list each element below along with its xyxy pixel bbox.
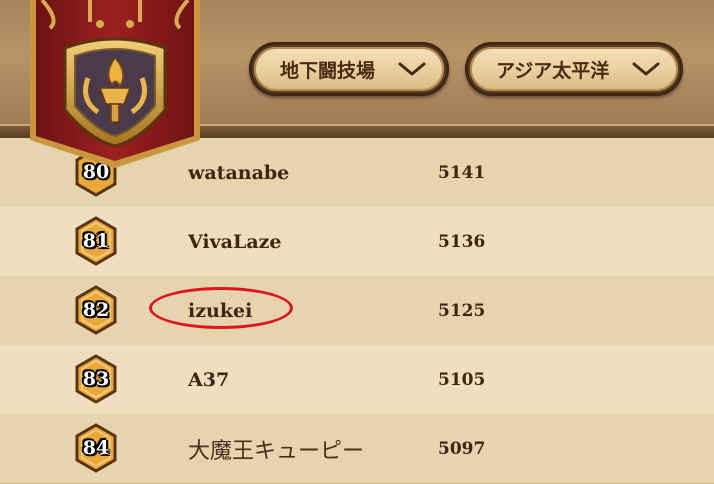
region-dropdown-label: アジア太平洋 [496,59,610,82]
leaderboard-row[interactable]: 82 izukei 5125 [0,276,714,346]
rank-number: 81 [82,230,110,252]
player-score: 5105 [438,369,486,390]
leaderboard-row[interactable]: 81 VivaLaze 5136 [0,207,714,277]
chevron-down-icon [632,62,660,76]
highlight-circle [149,287,293,329]
leaderboard-row[interactable]: 83 A37 5105 [0,345,714,415]
player-score: 5125 [438,300,486,321]
rank-number: 83 [82,368,110,390]
rank-number: 82 [82,299,110,321]
player-score: 5141 [438,162,486,183]
player-score: 5097 [438,438,486,459]
mode-dropdown[interactable]: 地下闘技場 [249,42,449,96]
mode-dropdown-label: 地下闘技場 [280,59,376,82]
region-dropdown[interactable]: アジア太平洋 [465,42,683,96]
leaderboard-row[interactable]: 84 大魔王キューピー 5097 [0,414,714,484]
player-score: 5136 [438,231,486,252]
rank-number: 84 [82,437,110,459]
torch-emblem-icon [30,0,200,168]
player-name: VivaLaze [188,230,282,253]
chevron-down-icon [398,62,426,76]
player-name: A37 [188,368,230,391]
player-name: 大魔王キューピー [188,438,365,464]
